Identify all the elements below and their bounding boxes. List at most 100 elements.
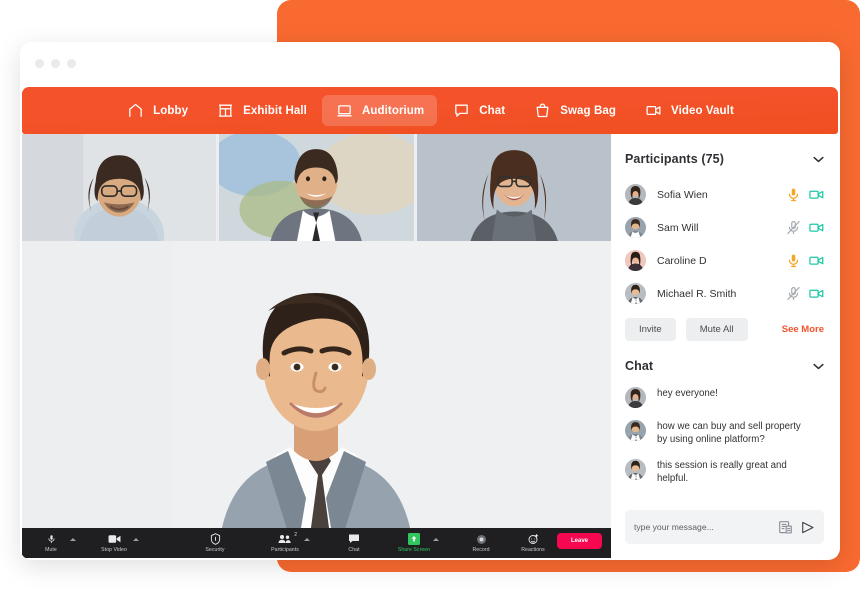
minimize-dot[interactable]	[51, 58, 60, 68]
reactions-button[interactable]: Reactions	[516, 528, 550, 558]
video-camera-icon	[644, 102, 663, 119]
participant-row[interactable]: Sam Will	[625, 211, 824, 244]
laptop-icon	[335, 102, 354, 119]
nav-label: Chat	[479, 104, 506, 117]
reactions-label: Reactions	[521, 547, 545, 553]
chevron-down-icon[interactable]	[813, 357, 824, 375]
nav-label: Video Vault	[671, 104, 734, 117]
participants-label: Participants	[271, 547, 299, 553]
nav-label: Exhibit Hall	[243, 104, 307, 117]
record-icon	[476, 533, 487, 545]
chat-message: how we can buy and sell property by usin…	[625, 420, 824, 447]
nav-item-lobby[interactable]: Lobby	[113, 95, 201, 126]
nav-item-exhibit-hall[interactable]: Exhibit Hall	[203, 95, 320, 126]
active-speaker-video[interactable]	[22, 241, 611, 558]
chat-bubble-icon	[348, 533, 360, 545]
participants-actions: Invite Mute All See More	[625, 318, 824, 341]
store-icon	[216, 102, 235, 119]
microphone-off-icon[interactable]	[786, 286, 801, 301]
mute-button[interactable]: Mute	[34, 528, 68, 558]
chat-label: Chat	[348, 547, 360, 553]
close-dot[interactable]	[35, 58, 44, 68]
right-sidebar: Participants (75) Sofia Wien Sam Will Ca…	[611, 134, 838, 558]
nav-item-video-vault[interactable]: Video Vault	[631, 95, 747, 126]
camera-on-icon[interactable]	[809, 286, 824, 301]
microphone-on-icon[interactable]	[786, 253, 801, 268]
chat-button[interactable]: Chat	[337, 528, 371, 558]
main-navigation-bar: Lobby Exhibit Hall Auditorium Chat Swag …	[22, 87, 838, 134]
chevron-down-icon[interactable]	[813, 150, 824, 168]
avatar	[625, 458, 646, 480]
invite-button[interactable]: Invite	[625, 318, 676, 341]
chat-message-text: this session is really great and helpful…	[657, 459, 787, 485]
browser-window: Lobby Exhibit Hall Auditorium Chat Swag …	[20, 42, 840, 560]
leave-meeting-button[interactable]: Leave	[556, 533, 602, 549]
record-label: Record	[472, 547, 490, 553]
share-options-caret-icon[interactable]	[433, 537, 439, 541]
chat-message-text: how we can buy and sell property by usin…	[657, 421, 801, 446]
participant-row[interactable]: Sofia Wien	[625, 178, 824, 211]
chat-message: this session is really great and helpful…	[625, 458, 824, 486]
shield-icon	[210, 533, 221, 545]
window-title-bar	[20, 42, 840, 84]
microphone-off-icon[interactable]	[786, 220, 801, 235]
participant-row[interactable]: Caroline D	[625, 244, 824, 277]
mute-options-caret-icon[interactable]	[70, 537, 76, 541]
video-options-caret-icon[interactable]	[133, 537, 139, 541]
participant-thumbnail-row	[22, 134, 611, 241]
nav-item-swag-bag[interactable]: Swag Bag	[520, 95, 629, 126]
zoom-control-bar: Mute Stop Video Security 2 Participants …	[22, 528, 611, 558]
participant-thumb-2[interactable]	[219, 134, 414, 241]
chat-input[interactable]	[634, 522, 771, 532]
video-stage: Mute Stop Video Security 2 Participants …	[22, 134, 611, 558]
chat-message: hey everyone!	[625, 387, 824, 408]
share-screen-label: Share Screen	[397, 547, 431, 553]
chat-input-container	[625, 510, 824, 544]
participant-name: Sam Will	[657, 221, 699, 234]
camera-on-icon[interactable]	[809, 253, 824, 268]
participants-title: Participants (75)	[625, 152, 724, 166]
mute-label: Mute	[45, 547, 57, 553]
meeting-content: Mute Stop Video Security 2 Participants …	[22, 134, 838, 558]
participant-thumb-3[interactable]	[416, 134, 611, 241]
stop-video-label: Stop Video	[101, 547, 127, 553]
mute-all-button[interactable]: Mute All	[685, 318, 748, 341]
send-paper-plane-icon[interactable]	[800, 520, 815, 535]
security-label: Security	[205, 547, 225, 553]
participants-count-badge: 2	[294, 532, 297, 538]
participant-name: Sofia Wien	[657, 188, 708, 201]
avatar	[625, 420, 646, 441]
participant-thumb-1[interactable]	[22, 134, 217, 241]
maximize-dot[interactable]	[67, 58, 76, 68]
document-image-icon[interactable]	[778, 520, 793, 535]
security-button[interactable]: Security	[198, 528, 232, 558]
nav-item-auditorium[interactable]: Auditorium	[321, 95, 438, 126]
camera-on-icon[interactable]	[809, 220, 824, 235]
participant-name: Caroline D	[657, 254, 707, 267]
nav-label: Swag Bag	[560, 104, 616, 117]
nav-label: Auditorium	[361, 104, 425, 117]
chat-message-text: hey everyone!	[657, 388, 718, 399]
microphone-on-icon[interactable]	[786, 187, 801, 202]
participants-options-caret-icon[interactable]	[304, 537, 310, 541]
nav-label: Lobby	[153, 104, 189, 117]
avatar	[625, 283, 646, 304]
avatar	[625, 250, 646, 271]
participants-icon	[278, 533, 292, 545]
participants-list: Sofia Wien Sam Will Caroline D Michael R…	[625, 178, 824, 310]
participant-name: Michael R. Smith	[657, 287, 737, 300]
video-camera-icon	[108, 533, 121, 545]
participant-row[interactable]: Michael R. Smith	[625, 277, 824, 310]
share-screen-icon	[408, 533, 420, 545]
stop-video-button[interactable]: Stop Video	[97, 528, 131, 558]
see-more-link[interactable]: See More	[782, 324, 824, 335]
camera-on-icon[interactable]	[809, 187, 824, 202]
nav-item-chat[interactable]: Chat	[439, 95, 518, 126]
record-button[interactable]: Record	[464, 528, 498, 558]
participants-button[interactable]: 2 Participants	[268, 528, 302, 558]
avatar	[625, 217, 646, 238]
chat-message-list: hey everyone! how we can buy and sell pr…	[625, 387, 824, 486]
share-screen-button[interactable]: Share Screen	[397, 528, 431, 558]
microphone-icon	[47, 533, 56, 545]
participants-panel-header: Participants (75)	[625, 150, 824, 168]
